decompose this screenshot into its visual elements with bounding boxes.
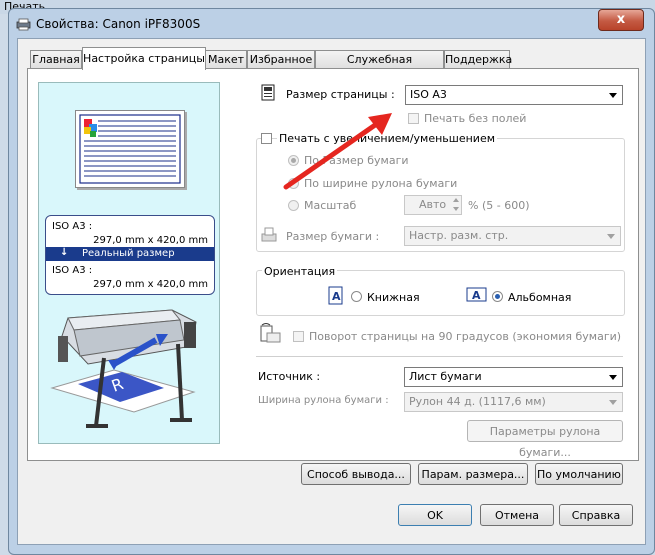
paper-size-value: Настр. разм. стр. xyxy=(409,229,509,242)
printer-icon xyxy=(16,18,31,34)
divider xyxy=(256,356,623,357)
chevron-down-icon xyxy=(609,375,617,380)
size2-dimensions: 297,0 mm x 420,0 mm xyxy=(93,279,208,290)
printer-illustration: R xyxy=(44,300,216,440)
output-method-button[interactable]: Способ вывода... xyxy=(301,463,411,485)
rotate-label: Поворот страницы на 90 градусов (экономи… xyxy=(309,330,622,343)
page-size-icon xyxy=(260,84,278,102)
tab-support[interactable]: Поддержка xyxy=(444,50,512,69)
scale-label: Масштаб xyxy=(304,199,357,212)
radio-scale[interactable] xyxy=(288,200,299,211)
svg-text:A: A xyxy=(472,289,481,302)
defaults-button[interactable]: По умолчанию xyxy=(535,463,623,485)
paper-size-icon xyxy=(260,226,278,244)
size1-dimensions: 297,0 mm x 420,0 mm xyxy=(93,235,208,246)
radio-portrait[interactable] xyxy=(351,291,362,302)
roll-width-select[interactable]: Рулон 44 д. (1117,6 мм) xyxy=(404,392,623,412)
scale-spinner[interactable]: Авто xyxy=(404,195,462,215)
portrait-label: Книжная xyxy=(367,291,420,304)
landscape-label: Альбомная xyxy=(508,291,572,304)
help-button[interactable]: Справка xyxy=(559,504,633,526)
size1-name: ISO A3 : xyxy=(52,221,93,232)
dialog-titlebar[interactable]: Свойства: Canon iPF8300S xyxy=(14,14,644,36)
real-size-bar: ↓ Реальный размер xyxy=(46,247,214,261)
paper-size-label: Размер бумаги : xyxy=(286,230,380,243)
roll-params-button[interactable]: Параметры рулона бумаги... xyxy=(467,420,623,459)
page-size-select[interactable]: ISO A3 xyxy=(405,85,623,105)
source-select[interactable]: Лист бумаги xyxy=(404,367,623,387)
rotate-checkbox[interactable] xyxy=(293,331,304,342)
chevron-down-icon xyxy=(609,93,617,98)
scale-range-label: % (5 - 600) xyxy=(468,199,530,212)
size-params-button[interactable]: Парам. размера... xyxy=(418,463,528,485)
dialog-title: Свойства: Canon iPF8300S xyxy=(36,17,201,31)
close-button[interactable]: x xyxy=(598,9,644,31)
real-size-label: Реальный размер xyxy=(82,248,175,259)
tab-layout[interactable]: Макет xyxy=(205,50,247,69)
ok-button[interactable]: OK xyxy=(398,504,472,526)
rotate-page-icon xyxy=(258,322,282,349)
borderless-label: Печать без полей xyxy=(424,112,527,125)
chevron-down-icon xyxy=(609,400,617,405)
paper-size-select[interactable]: Настр. разм. стр. xyxy=(404,226,621,246)
size2-name: ISO A3 : xyxy=(52,265,93,276)
tab-utility[interactable]: Служебная программа xyxy=(315,50,444,84)
source-label: Источник : xyxy=(258,370,321,383)
scaling-checkbox[interactable] xyxy=(261,133,272,144)
radio-landscape[interactable] xyxy=(492,291,503,302)
roll-width-value: Рулон 44 д. (1117,6 мм) xyxy=(409,395,546,408)
down-arrow-icon: ↓ xyxy=(60,247,69,258)
tab-main[interactable]: Главная xyxy=(30,50,82,69)
tab-favorites[interactable]: Избранное xyxy=(247,50,315,69)
page-size-label: Размер страницы : xyxy=(286,88,395,101)
chevron-down-icon xyxy=(607,234,615,239)
roll-width-label: Ширина рулона бумаги : xyxy=(258,395,389,406)
source-value: Лист бумаги xyxy=(409,370,482,383)
size-info-box: ISO A3 : 297,0 mm x 420,0 mm ↓ Реальный … xyxy=(45,215,215,295)
portrait-icon: A xyxy=(328,286,346,309)
orientation-label: Ориентация xyxy=(262,265,338,278)
cancel-button[interactable]: Отмена xyxy=(480,504,554,526)
page-size-value: ISO A3 xyxy=(410,88,447,101)
page-preview-thumbnail xyxy=(75,110,185,188)
scale-value: Авто xyxy=(419,198,447,211)
svg-text:A: A xyxy=(332,290,341,303)
annotation-arrow xyxy=(283,113,392,190)
landscape-icon: A xyxy=(466,286,488,307)
tab-page-setup[interactable]: Настройка страницы xyxy=(82,47,206,70)
spin-down-icon xyxy=(453,207,459,211)
spin-up-icon xyxy=(453,198,459,202)
